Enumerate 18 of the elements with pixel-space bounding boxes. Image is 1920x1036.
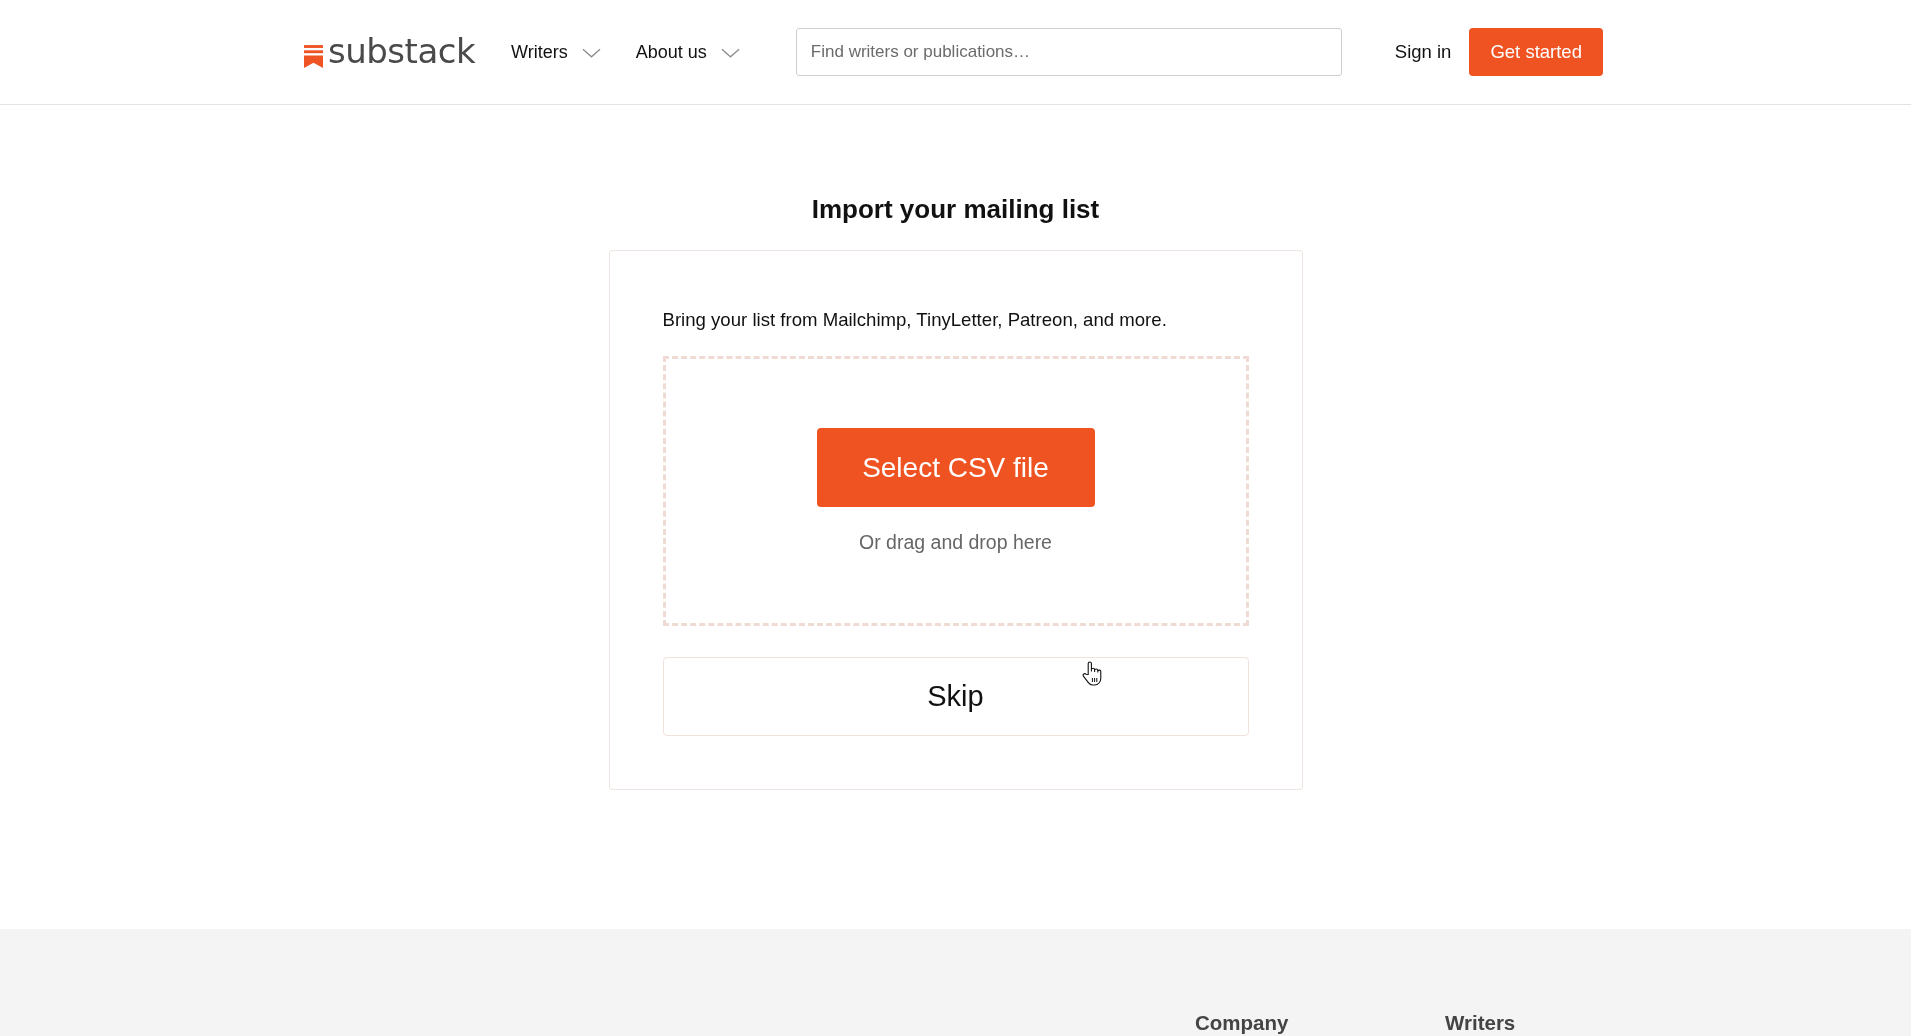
page-title: Import your mailing list bbox=[811, 194, 1100, 224]
footer-column-heading: Company bbox=[1195, 1011, 1290, 1035]
logo-bookmark-icon bbox=[304, 45, 323, 68]
get-started-button[interactable]: Get started bbox=[1469, 28, 1603, 76]
nav-dropdown[interactable]: Writers bbox=[511, 41, 601, 63]
search-field[interactable]: Find writers or publications… bbox=[795, 28, 1342, 76]
skip-button[interactable]: Skip bbox=[662, 657, 1249, 736]
chevron-down-icon bbox=[581, 48, 601, 58]
sign-in-link[interactable]: Sign in bbox=[1394, 41, 1452, 63]
chevron-down-icon bbox=[720, 48, 740, 58]
hand-cursor-icon bbox=[1082, 661, 1102, 686]
logo-wordmark: substack bbox=[328, 34, 476, 70]
file-drop-zone[interactable]: Select CSV file Or drag and drop here bbox=[662, 356, 1249, 626]
footer-column-heading: Writers bbox=[1445, 1011, 1517, 1035]
import-description: Bring your list from Mailchimp, TinyLetter, Patreon, and more. bbox=[662, 308, 1168, 332]
drop-hint: Or drag and drop here bbox=[859, 530, 1052, 554]
nav-dropdown[interactable]: About us bbox=[635, 41, 740, 63]
select-csv-button[interactable]: Select CSV file bbox=[816, 428, 1095, 507]
